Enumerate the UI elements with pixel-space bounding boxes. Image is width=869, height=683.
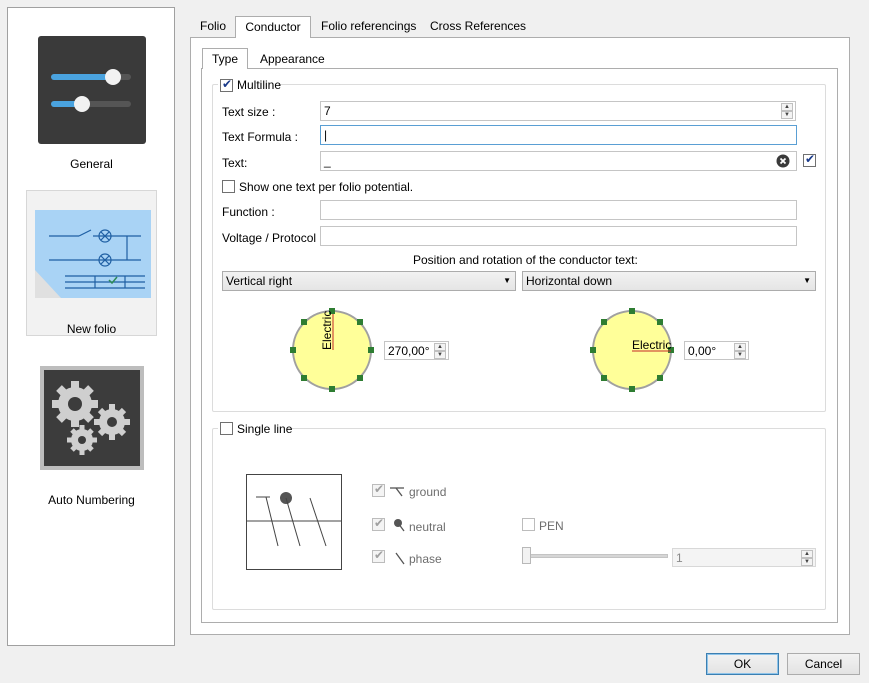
chevron-down-icon: ▼ xyxy=(503,276,511,285)
phase-icon xyxy=(395,552,405,565)
show-one-text-checkbox[interactable] xyxy=(222,180,235,193)
text-formula-label: Text Formula : xyxy=(222,130,299,144)
function-label: Function : xyxy=(222,205,275,219)
show-one-text-label: Show one text per folio potential. xyxy=(239,180,414,194)
horizontal-dial-text: Electric xyxy=(632,338,671,352)
phase-slider-handle[interactable] xyxy=(522,547,531,564)
ground-icon xyxy=(390,487,404,497)
function-input[interactable] xyxy=(320,200,797,220)
phase-count-spinbox[interactable]: 1 ▲ ▼ xyxy=(672,548,816,567)
phase-count-value: 1 xyxy=(676,551,683,565)
voltage-protocol-input[interactable] xyxy=(320,226,797,246)
horizontal-rotation-dial[interactable]: Electric xyxy=(586,306,678,398)
text-value: _ xyxy=(324,154,331,168)
clear-icon[interactable] xyxy=(776,154,790,168)
text-size-value: 7 xyxy=(324,104,331,118)
horizontal-angle-value: 0,00° xyxy=(688,344,717,358)
vertical-angle-spin-buttons[interactable]: ▲ ▼ xyxy=(434,343,446,360)
voltage-protocol-label: Voltage / Protocol : xyxy=(222,231,323,245)
phase-checkbox[interactable]: ✔ xyxy=(372,548,385,563)
multiline-label: Multiline xyxy=(237,78,282,92)
pen-label: PEN xyxy=(539,519,564,533)
text-size-spinbox[interactable]: 7 ▲ ▼ xyxy=(320,101,796,121)
position-rotation-title: Position and rotation of the conductor t… xyxy=(413,253,638,267)
horizontal-angle-spin-buttons[interactable]: ▲ ▼ xyxy=(734,343,746,360)
text-label: Text: xyxy=(222,156,248,170)
horizontal-position-combo[interactable]: Horizontal down ▼ xyxy=(522,271,816,291)
single-line-preview xyxy=(246,474,342,570)
chevron-down-icon: ▼ xyxy=(803,276,811,285)
phase-count-spin-buttons[interactable]: ▲ ▼ xyxy=(801,550,813,567)
ground-checkbox[interactable]: ✔ xyxy=(372,482,385,497)
multiline-checkbox[interactable]: ✔ xyxy=(220,77,233,92)
vertical-angle-value: 270,00° xyxy=(388,344,430,358)
pen-checkbox[interactable] xyxy=(522,518,535,531)
vertical-position-combo[interactable]: Vertical right ▼ xyxy=(222,271,516,291)
horizontal-angle-spinbox[interactable]: 0,00° ▲ ▼ xyxy=(684,341,749,360)
phase-label: phase xyxy=(409,552,442,566)
vertical-dial-text: Electric xyxy=(320,311,334,350)
phase-count-slider[interactable] xyxy=(522,554,668,558)
text-size-label: Text size : xyxy=(222,105,276,119)
neutral-icon xyxy=(394,519,405,532)
neutral-label: neutral xyxy=(409,520,446,534)
neutral-checkbox[interactable]: ✔ xyxy=(372,516,385,531)
ground-label: ground xyxy=(409,485,447,499)
vertical-rotation-dial[interactable]: Electric xyxy=(286,306,378,398)
text-input[interactable]: _ xyxy=(320,151,797,171)
text-visible-checkbox[interactable]: ✔ xyxy=(803,152,816,167)
text-formula-input[interactable]: | xyxy=(320,125,797,145)
vertical-angle-spinbox[interactable]: 270,00° ▲ ▼ xyxy=(384,341,449,360)
vertical-position-value: Vertical right xyxy=(226,274,293,288)
horizontal-position-value: Horizontal down xyxy=(526,274,613,288)
text-size-spin-buttons[interactable]: ▲ ▼ xyxy=(781,103,793,120)
single-line-checkbox[interactable] xyxy=(220,422,233,435)
single-line-label: Single line xyxy=(237,422,293,436)
text-formula-value: | xyxy=(324,128,328,142)
